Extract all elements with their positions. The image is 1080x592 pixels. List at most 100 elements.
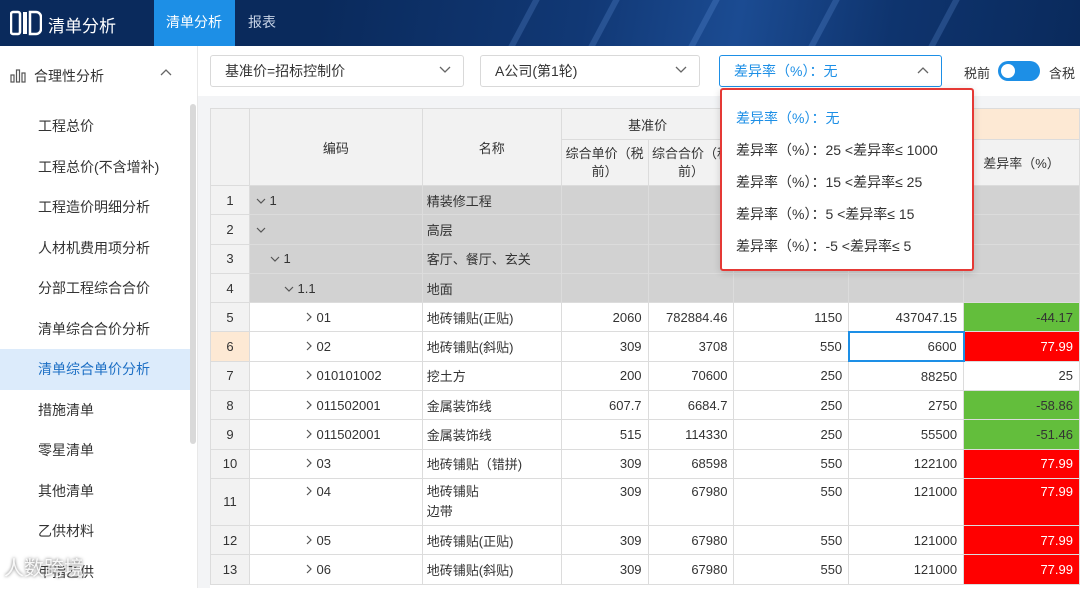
name-cell[interactable]: 挖土方 <box>422 361 561 390</box>
base-total-cell[interactable]: 3708 <box>648 332 734 361</box>
base-total-cell[interactable]: 68598 <box>648 449 734 478</box>
chevron-right-icon[interactable] <box>306 535 313 545</box>
base-total-cell[interactable]: 67980 <box>648 555 734 584</box>
name-cell[interactable]: 高层 <box>422 215 561 244</box>
company-unit-cell[interactable]: 550 <box>734 449 849 478</box>
diff-cell[interactable]: 77.99 <box>964 332 1080 361</box>
company-total-cell[interactable] <box>849 273 964 302</box>
base-total-cell[interactable]: 67980 <box>648 525 734 554</box>
base-total-cell[interactable]: 70600 <box>648 361 734 390</box>
company-unit-cell[interactable]: 550 <box>734 555 849 584</box>
code-cell[interactable]: 02 <box>249 332 422 361</box>
code-cell[interactable]: 04 <box>249 478 422 525</box>
company-unit-cell[interactable]: 1150 <box>734 303 849 332</box>
name-cell[interactable]: 精装修工程 <box>422 186 561 215</box>
company-total-cell[interactable]: 122100 <box>849 449 964 478</box>
sidebar-item-measures[interactable]: 措施清单 <box>0 390 190 431</box>
chevron-right-icon[interactable] <box>306 400 313 410</box>
diff-option-none[interactable]: 差异率（%）：无 <box>722 102 972 134</box>
base-total-cell[interactable] <box>648 273 734 302</box>
diff-cell[interactable] <box>964 215 1080 244</box>
base-unit-cell[interactable] <box>561 215 648 244</box>
name-cell[interactable]: 金属装饰线 <box>422 391 561 420</box>
diff-option-25-1000[interactable]: 差异率（%）：25 <差异率≤ 1000 <box>722 134 972 166</box>
chevron-up-icon[interactable] <box>160 68 172 76</box>
base-unit-cell[interactable] <box>561 244 648 273</box>
table-row[interactable]: 6 02地砖铺贴(斜贴)3093708550660077.99 <box>211 332 1080 361</box>
chevron-right-icon[interactable] <box>306 370 313 380</box>
base-total-cell[interactable]: 6684.7 <box>648 391 734 420</box>
diff-option-5-15[interactable]: 差异率（%）：5 <差异率≤ 15 <box>722 198 972 230</box>
base-total-cell[interactable]: 782884.46 <box>648 303 734 332</box>
base-unit-cell[interactable] <box>561 273 648 302</box>
name-cell[interactable]: 地砖铺贴(正贴) <box>422 525 561 554</box>
base-unit-cell[interactable]: 2060 <box>561 303 648 332</box>
base-unit-cell[interactable] <box>561 186 648 215</box>
name-cell[interactable]: 地砖铺贴（错拼) <box>422 449 561 478</box>
company-total-cell[interactable]: 121000 <box>849 525 964 554</box>
company-total-cell[interactable]: 2750 <box>849 391 964 420</box>
sidebar-item-labor-material[interactable]: 人材机费用项分析 <box>0 228 190 269</box>
table-row[interactable]: 4 1.1地面 <box>211 273 1080 302</box>
code-cell[interactable]: 03 <box>249 449 422 478</box>
table-row[interactable]: 10 03地砖铺贴（错拼)3096859855012210077.99 <box>211 449 1080 478</box>
chevron-right-icon[interactable] <box>306 341 313 351</box>
diff-rate-select[interactable]: 差异率（%）：无 <box>719 55 942 87</box>
company-unit-cell[interactable]: 550 <box>734 525 849 554</box>
company-unit-cell[interactable] <box>734 273 849 302</box>
sidebar-item-list-total-analysis[interactable]: 清单综合合价分析 <box>0 309 190 350</box>
code-cell[interactable]: 05 <box>249 525 422 554</box>
name-cell[interactable]: 地砖铺贴(斜贴) <box>422 332 561 361</box>
code-cell[interactable]: 1 <box>249 186 422 215</box>
diff-cell[interactable]: -44.17 <box>964 303 1080 332</box>
diff-option-neg5-5[interactable]: 差异率（%）：-5 <差异率≤ 5 <box>722 230 972 262</box>
baseline-select[interactable]: 基准价=招标控制价 <box>210 55 464 87</box>
diff-cell[interactable] <box>964 186 1080 215</box>
company-unit-cell[interactable]: 250 <box>734 420 849 449</box>
diff-cell[interactable]: 77.99 <box>964 478 1080 525</box>
chevron-right-icon[interactable] <box>306 312 313 322</box>
company-total-cell[interactable]: 88250 <box>849 361 964 390</box>
code-cell[interactable]: 1 <box>249 244 422 273</box>
name-cell[interactable]: 地面 <box>422 273 561 302</box>
diff-cell[interactable]: 77.99 <box>964 449 1080 478</box>
chevron-right-icon[interactable] <box>306 458 313 468</box>
sidebar-group-header[interactable]: 合理性分析 <box>0 46 197 106</box>
tab-reports[interactable]: 报表 <box>236 0 288 46</box>
base-unit-cell[interactable]: 309 <box>561 525 648 554</box>
name-cell[interactable]: 金属装饰线 <box>422 420 561 449</box>
diff-cell[interactable]: 25 <box>964 361 1080 390</box>
base-unit-cell[interactable]: 200 <box>561 361 648 390</box>
name-cell[interactable]: 客厅、餐厅、玄关 <box>422 244 561 273</box>
code-cell[interactable]: 011502001 <box>249 420 422 449</box>
base-unit-cell[interactable]: 309 <box>561 478 648 525</box>
diff-cell[interactable]: 77.99 <box>964 555 1080 584</box>
table-row[interactable]: 11 04地砖铺贴边带3096798055012100077.99 <box>211 478 1080 525</box>
sidebar-item-sporadic[interactable]: 零星清单 <box>0 430 190 471</box>
chevron-right-icon[interactable] <box>306 486 313 496</box>
table-row[interactable]: 7 010101002挖土方200706002508825025 <box>211 361 1080 390</box>
name-cell[interactable]: 地砖铺贴(正贴) <box>422 303 561 332</box>
chevron-down-icon[interactable] <box>256 227 266 234</box>
company-total-cell[interactable]: 55500 <box>849 420 964 449</box>
company-unit-cell[interactable]: 250 <box>734 391 849 420</box>
sidebar-item-total-cost-excl[interactable]: 工程总价(不含增补) <box>0 147 190 188</box>
chevron-down-icon[interactable] <box>270 256 280 263</box>
company-unit-cell[interactable]: 250 <box>734 361 849 390</box>
base-unit-cell[interactable]: 309 <box>561 332 648 361</box>
base-total-cell[interactable]: 67980 <box>648 478 734 525</box>
diff-cell[interactable]: -58.86 <box>964 391 1080 420</box>
sidebar-item-b-material[interactable]: 乙供材料 <box>0 511 190 552</box>
name-header[interactable]: 名称 <box>422 109 561 186</box>
tab-list-analysis[interactable]: 清单分析 <box>154 0 235 46</box>
code-cell[interactable]: 06 <box>249 555 422 584</box>
sidebar-item-list-unit-analysis[interactable]: 清单综合单价分析 <box>0 349 190 390</box>
base-unit-cell[interactable]: 309 <box>561 449 648 478</box>
name-cell[interactable]: 地砖铺贴边带 <box>422 478 561 525</box>
table-row[interactable]: 9 011502001金属装饰线51511433025055500-51.46 <box>211 420 1080 449</box>
chevron-down-icon[interactable] <box>284 286 294 293</box>
sidebar-item-other[interactable]: 其他清单 <box>0 471 190 512</box>
diff-cell[interactable]: -51.46 <box>964 420 1080 449</box>
code-cell[interactable]: 01 <box>249 303 422 332</box>
diff-cell[interactable]: 77.99 <box>964 525 1080 554</box>
